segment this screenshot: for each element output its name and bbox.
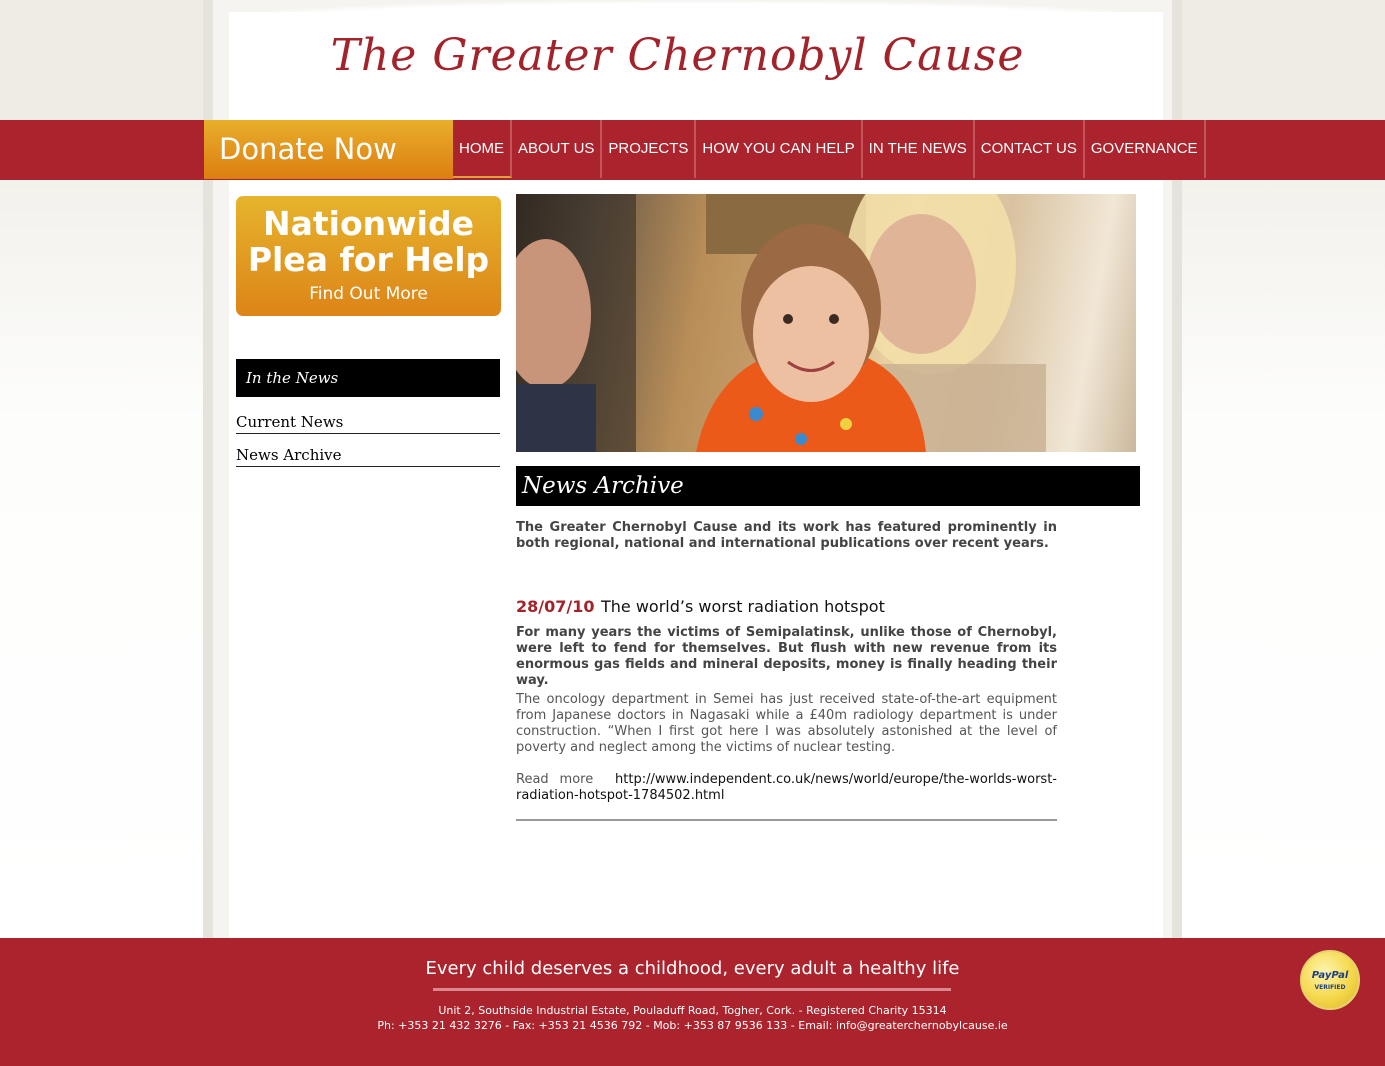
article-date: 28/07/10 [516,597,595,616]
hero-photo [516,194,1136,452]
article-divider [516,819,1057,821]
nav-item-how-you-can-help[interactable]: HOW YOU CAN HELP [696,120,863,178]
footer-address: Unit 2, Southside Industrial Estate, Pou… [0,1003,1385,1033]
hero-photo-illustration [516,194,1046,452]
footer-contact-line: Ph: +353 21 432 3276 - Fax: +353 21 4536… [377,1019,1008,1032]
read-more-label: Read more [516,772,594,787]
paypal-verified-text: VERIFIED [1314,984,1346,991]
main-nav: HOME ABOUT US PROJECTS HOW YOU CAN HELP … [453,120,1206,180]
sidebar-link-current-news[interactable]: Current News [236,412,500,434]
site-title-text[interactable]: The Greater Chernobyl Cause [331,30,1025,81]
nav-item-governance[interactable]: GOVERNANCE [1085,120,1206,178]
site-title[interactable]: The Greater Chernobyl Cause [0,30,1385,81]
plea-heading-line2: Plea for Help [247,240,490,279]
donate-now-button[interactable]: Donate Now [204,120,453,179]
plea-find-out-more: Find Out More [309,284,428,304]
nav-item-contact-us[interactable]: CONTACT US [975,120,1085,178]
footer-slogan: Every child deserves a childhood, every … [425,958,960,979]
intro-text: The Greater Chernobyl Cause and its work… [516,520,1057,551]
sidebar-section-title: In the News [236,359,500,397]
nav-item-projects[interactable]: PROJECTS [602,120,697,178]
plea-heading-line1: Nationwide [263,204,474,243]
header-arc [229,0,1163,16]
article-body: The oncology department in Semei has jus… [516,692,1057,755]
article-title: The world’s worst radiation hotspot [601,597,885,616]
nav-item-in-the-news[interactable]: IN THE NEWS [863,120,975,178]
footer-address-line: Unit 2, Southside Industrial Estate, Pou… [438,1004,947,1017]
read-more-paragraph: Read more http://www.independent.co.uk/n… [516,772,1057,804]
nav-item-about-us[interactable]: ABOUT US [512,120,603,178]
paypal-logo-text: PayPal [1311,970,1349,981]
article-source-link[interactable]: http://www.independent.co.uk/news/world/… [516,772,1057,803]
sidebar-link-news-archive[interactable]: News Archive [236,445,500,467]
page-heading: News Archive [516,466,1140,506]
article-lead: For many years the victims of Semipalati… [516,625,1057,688]
footer-divider [433,988,951,991]
paypal-verified-badge[interactable]: PayPal VERIFIED [1300,950,1360,1010]
nav-item-home[interactable]: HOME [453,120,512,178]
nationwide-plea-banner[interactable]: Nationwide Plea for Help Find Out More [236,196,501,316]
